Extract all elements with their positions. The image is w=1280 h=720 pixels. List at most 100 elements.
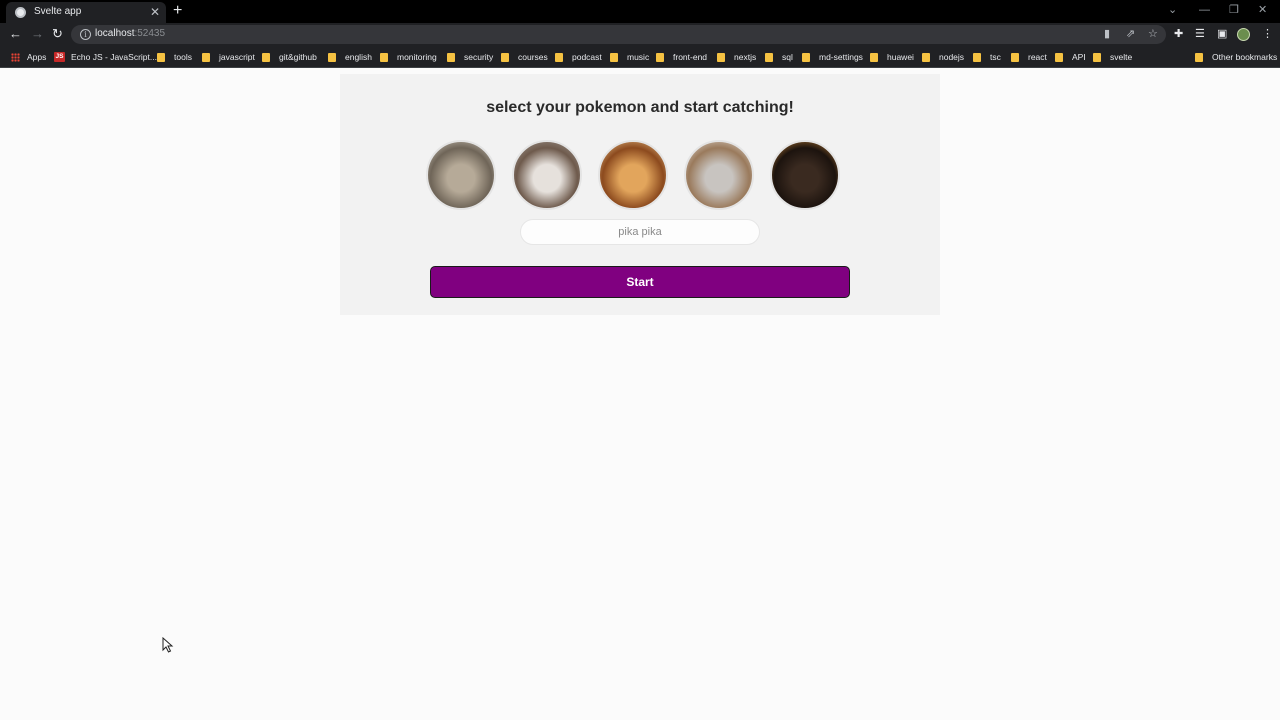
bookmark-label: courses (518, 52, 548, 62)
url-port: :52435 (134, 28, 166, 39)
bookmarks-bar: Apps JS Echo JS - JavaScript... tools javasc… (0, 46, 1280, 68)
folder-icon (380, 52, 388, 62)
folder-icon (870, 52, 878, 62)
bookmark-label: front-end (673, 52, 708, 62)
bookmark-label: security (464, 52, 494, 62)
bookmark-label: Other bookmarks (1212, 52, 1278, 62)
svelte-favicon-icon (15, 7, 26, 18)
browser-toolbar: ← → ↻ i localhost:52435 ▮ ⇗ ☆ ✚ ☰ ▣ ⋮ (0, 23, 1280, 46)
bookmark-label: english (345, 52, 372, 62)
bookmark-item[interactable]: nextjs (717, 50, 756, 64)
bookmark-item[interactable]: english (328, 50, 372, 64)
url-host: localhost (95, 28, 135, 39)
bookmark-item[interactable]: JS Echo JS - JavaScript... (54, 50, 157, 64)
folder-icon (1055, 52, 1063, 62)
folder-icon (328, 52, 336, 62)
folder-icon (1011, 52, 1019, 62)
pokemon-name-input[interactable] (520, 219, 760, 245)
bookmark-item[interactable]: huawei (870, 50, 914, 64)
address-bar[interactable]: i localhost:52435 ▮ ⇗ ☆ (71, 25, 1166, 44)
bookmark-label: API (1072, 52, 1086, 62)
bookmark-item[interactable]: git&github (262, 50, 317, 64)
folder-icon (262, 52, 270, 62)
bookmark-item[interactable]: react (1011, 50, 1047, 64)
reading-list-icon[interactable]: ☰ (1195, 27, 1205, 41)
url-text[interactable]: localhost:52435 (95, 28, 165, 39)
bookmark-item[interactable]: tools (157, 50, 192, 64)
pokemon-avatar-cat-2[interactable] (512, 140, 582, 210)
mouse-cursor-icon (162, 637, 174, 653)
bookmark-item[interactable]: monitoring (380, 50, 437, 64)
bookmark-item[interactable]: md-settings (802, 50, 863, 64)
folder-icon (765, 52, 773, 62)
folder-icon (447, 52, 455, 62)
back-button[interactable]: ← (9, 26, 22, 42)
bookmark-label: react (1028, 52, 1047, 62)
folder-icon (1195, 52, 1203, 62)
close-window-button[interactable]: ✕ (1258, 3, 1267, 17)
folder-icon (610, 52, 618, 62)
page-content: select your pokemon and start catching! … (0, 68, 1280, 720)
side-panel-icon[interactable]: ▣ (1217, 27, 1227, 41)
restore-window-button[interactable]: ❐ (1229, 3, 1239, 17)
bookmark-label: Echo JS - JavaScript... (71, 52, 157, 62)
bookmark-label: javascript (219, 52, 255, 62)
pokemon-avatar-cat-1[interactable] (426, 140, 496, 210)
bookmark-item[interactable]: courses (501, 50, 548, 64)
minimize-window-button[interactable]: — (1199, 3, 1210, 17)
bookmark-item[interactable]: sql (765, 50, 793, 64)
start-button[interactable]: Start (430, 266, 850, 298)
bookmark-label: tsc (990, 52, 1001, 62)
folder-icon (1093, 52, 1101, 62)
tab-search-icon[interactable]: ⌄ (1168, 3, 1177, 17)
bookmark-star-icon[interactable]: ☆ (1148, 27, 1158, 41)
share-icon[interactable]: ⇗ (1126, 27, 1135, 41)
folder-icon (656, 52, 664, 62)
header-card: select your pokemon and start catching! (340, 74, 940, 130)
pokemon-selection-card: Start (340, 130, 940, 315)
bookmark-label: podcast (572, 52, 602, 62)
folder-icon (202, 52, 210, 62)
folder-icon (157, 52, 165, 62)
bookmark-item[interactable]: nodejs (922, 50, 964, 64)
camera-blocked-icon[interactable]: ▮ (1104, 27, 1110, 41)
folder-icon (802, 52, 810, 62)
pokemon-avatar-cat-3[interactable] (598, 140, 668, 210)
browser-tab[interactable]: Svelte app ✕ (6, 2, 166, 23)
tab-title: Svelte app (34, 6, 82, 17)
bookmark-item[interactable]: svelte (1093, 50, 1132, 64)
bookmark-item[interactable]: javascript (202, 50, 255, 64)
bookmark-item[interactable]: front-end (656, 50, 707, 64)
pokemon-avatar-cat-5[interactable] (770, 140, 840, 210)
bookmark-item[interactable]: music (610, 50, 649, 64)
page-title: select your pokemon and start catching! (486, 99, 794, 116)
apps-icon (11, 52, 20, 62)
bookmark-label: music (627, 52, 650, 62)
browser-tab-strip: Svelte app ✕ + ⌄ — ❐ ✕ (0, 0, 1280, 23)
bookmark-item[interactable]: Other bookmarks (1195, 50, 1277, 64)
folder-icon (973, 52, 981, 62)
bookmark-item[interactable]: security (447, 50, 493, 64)
echojs-icon: JS (54, 52, 65, 62)
bookmark-label: tools (174, 52, 192, 62)
forward-button[interactable]: → (31, 26, 44, 42)
bookmark-label: svelte (1110, 52, 1133, 62)
new-tab-button[interactable]: + (173, 1, 182, 21)
reload-button[interactable]: ↻ (52, 26, 63, 42)
folder-icon (717, 52, 725, 62)
bookmark-item[interactable]: podcast (555, 50, 602, 64)
tab-close-icon[interactable]: ✕ (150, 5, 160, 19)
pokemon-avatar-cat-4[interactable] (684, 140, 754, 210)
bookmark-label: nodejs (939, 52, 965, 62)
bookmark-item[interactable]: Apps (11, 50, 46, 64)
chrome-menu-icon[interactable]: ⋮ (1262, 27, 1273, 41)
bookmark-label: md-settings (819, 52, 863, 62)
folder-icon (501, 52, 509, 62)
bookmark-label: monitoring (397, 52, 437, 62)
extensions-icon[interactable]: ✚ (1174, 27, 1183, 41)
bookmark-label: git&github (279, 52, 317, 62)
bookmark-item[interactable]: API (1055, 50, 1086, 64)
profile-avatar[interactable] (1237, 28, 1250, 41)
bookmark-item[interactable]: tsc (973, 50, 1001, 64)
site-info-icon[interactable]: i (80, 29, 91, 40)
